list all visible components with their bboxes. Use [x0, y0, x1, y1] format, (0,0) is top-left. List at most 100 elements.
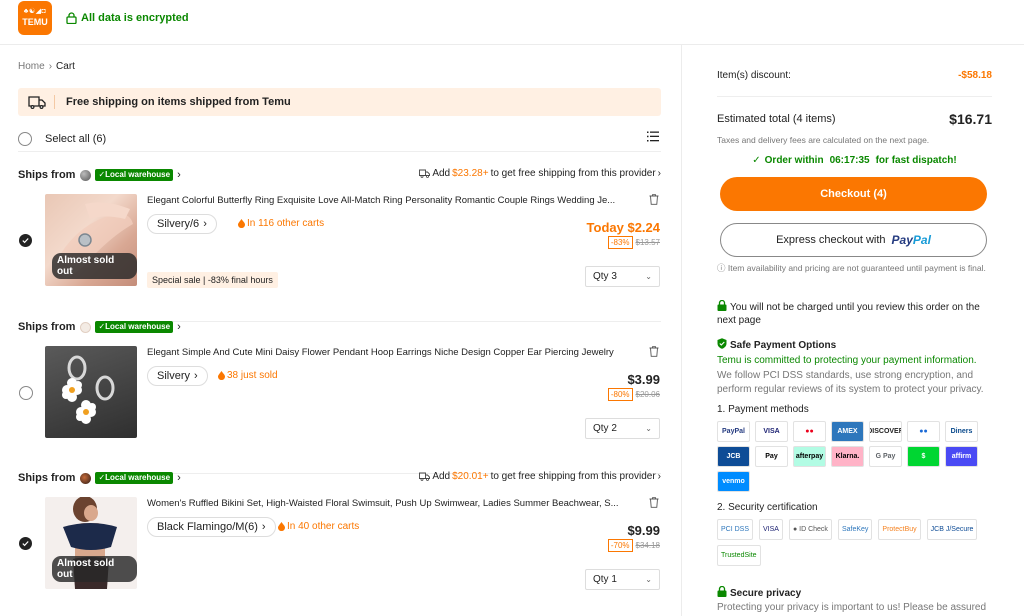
select-all-checkbox[interactable]	[18, 131, 32, 146]
chevron-down-icon: ⌄	[645, 272, 652, 281]
ships-from-row: Ships from ✓Local warehouse ›	[18, 318, 661, 336]
ships-from-row: Ships from ✓Local warehouse › Add $23.28…	[18, 166, 661, 184]
chevron-right-icon[interactable]: ›	[177, 321, 181, 333]
chevron-right-icon[interactable]: ›	[177, 472, 181, 484]
chevron-down-icon: ⌄	[645, 575, 652, 584]
truck-icon	[28, 96, 46, 109]
trash-icon[interactable]	[649, 497, 659, 508]
security-certification-logo: ● ID Check	[788, 519, 832, 540]
order-summary-panel: Item(s) discount: -$58.18 Estimated tota…	[681, 45, 1024, 616]
special-sale-tag: Special sale | -83% final hours	[147, 272, 278, 288]
add-suffix: to get free shipping from this provider	[490, 471, 656, 482]
seller-avatar[interactable]	[80, 321, 92, 333]
paypal-express-checkout-button[interactable]: Express checkout with PayPal	[720, 223, 987, 257]
dispatch-countdown: 06:17:35	[829, 155, 870, 166]
cart-item: Almost sold out Women's Ruffled Bikini S…	[18, 497, 661, 593]
almost-sold-out-badge: Almost sold out	[52, 556, 137, 582]
flame-icon	[278, 522, 285, 531]
temu-logo[interactable]: ♣☯◢◘ TEMU	[18, 1, 52, 35]
chevron-right-icon[interactable]: ›	[177, 169, 181, 181]
trash-icon[interactable]	[649, 346, 659, 357]
chevron-right-icon: ›	[194, 370, 198, 382]
safe-payment-heading: Safe Payment Options	[717, 338, 836, 351]
security-certification-heading: 2. Security certification	[717, 502, 818, 513]
popularity-note: In 116 other carts	[238, 218, 324, 229]
logo-glyphs: ♣☯◢◘	[23, 8, 47, 15]
breadcrumb-home[interactable]: Home	[18, 61, 45, 72]
total-value: $16.71	[949, 111, 992, 127]
product-image[interactable]: Almost sold out	[45, 497, 137, 589]
popularity-note: 38 just sold	[218, 370, 278, 381]
secure-privacy-heading: Secure privacy	[717, 585, 802, 599]
variant-label: Silvery	[157, 370, 191, 382]
trash-icon[interactable]	[649, 194, 659, 205]
quantity-select[interactable]: Qty 2 ⌄	[585, 418, 660, 439]
product-title[interactable]: Women's Ruffled Bikini Set, High-Waisted…	[147, 498, 637, 509]
popularity-text: In 116 other carts	[247, 218, 325, 229]
chevron-right-icon: ›	[657, 168, 661, 179]
checkout-button[interactable]: Checkout (4)	[720, 177, 987, 211]
local-warehouse-badge: ✓Local warehouse	[95, 169, 174, 181]
add-for-free-shipping[interactable]: Add $20.01+ to get free shipping from th…	[419, 471, 661, 482]
paypal-logo-part1: Pay	[891, 233, 913, 247]
taxes-note: Taxes and delivery fees are calculated o…	[717, 135, 930, 145]
checkmark-icon: ✓	[752, 155, 761, 166]
list-view-icon[interactable]	[647, 131, 659, 142]
encryption-notice: All data is encrypted	[66, 12, 189, 24]
discount-percent: -83%	[607, 236, 633, 249]
header: ♣☯◢◘ TEMU All data is encrypted	[0, 0, 1024, 45]
variant-selector[interactable]: Silvery/6 ›	[147, 214, 217, 234]
item-checkbox-checked[interactable]	[19, 537, 32, 550]
payment-method-logo: DISCOVER	[869, 421, 902, 442]
quantity-select[interactable]: Qty 3 ⌄	[585, 266, 660, 287]
flame-icon	[238, 219, 245, 228]
item-checkbox[interactable]	[19, 386, 33, 400]
seller-avatar[interactable]	[80, 472, 92, 484]
quantity-value: Qty 2	[593, 423, 617, 434]
product-title[interactable]: Elegant Colorful Butterfly Ring Exquisit…	[147, 195, 637, 206]
breadcrumb-current: Cart	[56, 61, 75, 72]
quantity-value: Qty 1	[593, 574, 617, 585]
secure-privacy-title: Secure privacy	[730, 588, 802, 599]
current-price: $9.99	[627, 523, 660, 538]
add-for-free-shipping[interactable]: Add $23.28+ to get free shipping from th…	[419, 168, 661, 179]
quantity-select[interactable]: Qty 1 ⌄	[585, 569, 660, 590]
variant-label: Black Flamingo/M(6)	[157, 521, 258, 533]
add-suffix: to get free shipping from this provider	[490, 168, 656, 179]
product-image[interactable]	[45, 346, 137, 438]
payment-method-logo: JCB	[717, 446, 750, 467]
payment-method-logo: Klarna.	[831, 446, 864, 467]
earrings-illustration	[62, 355, 115, 424]
payment-method-logo: VISA	[755, 421, 788, 442]
discount-percent: -80%	[607, 388, 633, 401]
price-block: Today $2.24 -83% $13.57	[587, 220, 660, 249]
popularity-text: 38 just sold	[227, 370, 278, 381]
discount-percent: -70%	[607, 539, 633, 552]
original-price: $13.57	[635, 238, 660, 247]
payment-method-logo: PayPal	[717, 421, 750, 442]
original-price: $34.18	[635, 541, 660, 550]
select-all-label[interactable]: Select all (6)	[45, 133, 106, 145]
truck-icon	[419, 472, 431, 481]
item-checkbox-checked[interactable]	[19, 234, 32, 247]
payment-method-logo: Pay	[755, 446, 788, 467]
seller-avatar[interactable]	[80, 169, 92, 181]
breadcrumb-separator: ›	[48, 61, 53, 72]
discount-value: -$58.18	[958, 70, 992, 81]
checkmark-icon	[22, 238, 29, 244]
ships-from-row: Ships from ✓Local warehouse › Add $20.01…	[18, 469, 661, 487]
payment-method-logo: AMEX	[831, 421, 864, 442]
variant-selector[interactable]: Silvery ›	[147, 366, 208, 386]
popularity-note: In 40 other carts	[278, 521, 359, 532]
variant-selector[interactable]: Black Flamingo/M(6) ›	[147, 517, 276, 537]
add-amount: $23.28+	[452, 168, 489, 179]
payment-methods-heading: 1. Payment methods	[717, 404, 809, 415]
product-image[interactable]: Almost sold out	[45, 194, 137, 286]
security-certification-logo: ProtectBuy	[878, 519, 921, 540]
dispatch-suffix: for fast dispatch!	[875, 155, 957, 166]
add-prefix: Add	[432, 168, 451, 179]
almost-sold-out-badge: Almost sold out	[52, 253, 137, 279]
product-title[interactable]: Elegant Simple And Cute Mini Daisy Flowe…	[147, 347, 637, 358]
payment-method-logo: $	[907, 446, 940, 467]
quantity-value: Qty 3	[593, 271, 617, 282]
